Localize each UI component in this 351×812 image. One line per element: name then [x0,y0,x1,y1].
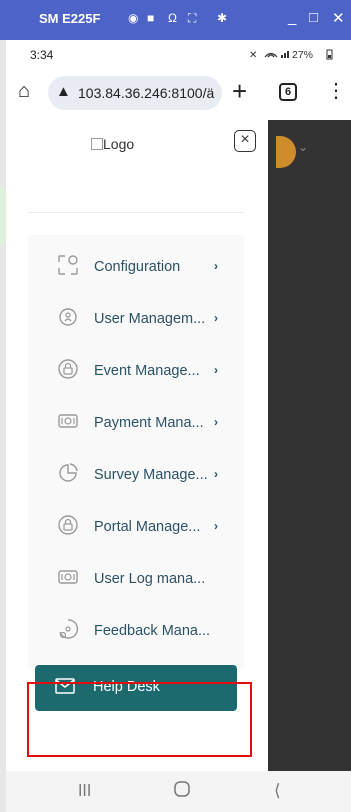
back-icon[interactable]: ⟨ [274,781,281,801]
sidebar-item-user-log-management[interactable]: User Log mana... [28,557,244,601]
chevron-down-icon[interactable]: ⌄ [298,140,308,154]
status-time: 3:34 [30,48,54,62]
svg-text:27%: 27% [292,49,313,60]
sidebar-item-event-management[interactable]: Event Manage... › [28,349,244,393]
divider [28,212,244,213]
more-options-icon[interactable]: ⋮ [326,78,346,103]
camera-icon[interactable]: ◉ [128,11,138,25]
lock-icon [56,358,80,382]
minimize-icon[interactable]: _ [288,9,296,26]
browser-toolbar: ⌂ ▲ 103.84.36.246:8100/ä + 6 ⋮ [6,68,351,120]
chevron-right-icon: › [214,259,218,273]
sidebar-item-label: User Managem... [94,311,206,327]
chevron-right-icon: › [214,519,218,533]
recent-apps-icon[interactable]: ǀǀǀ [78,781,91,801]
close-icon[interactable]: ✕ [332,9,345,27]
new-tab-icon[interactable]: + [232,76,247,107]
chevron-right-icon: › [214,415,218,429]
sidebar-item-label: Event Manage... [94,363,200,379]
fullscreen-icon[interactable]: ⛶ [188,11,196,26]
settings-icon[interactable]: ✱ [217,11,227,25]
lock-icon [56,514,80,538]
sidebar-item-payment-management[interactable]: Payment Mana... › [28,401,244,445]
chevron-right-icon: › [214,467,218,481]
logo-alt-text: Logo [103,136,135,152]
home-icon[interactable]: ⌂ [18,80,30,103]
sidebar-item-configuration[interactable]: Configuration › [28,245,244,289]
sidebar-item-feedback-management[interactable]: Feedback Mana... [28,609,244,653]
payment-icon [56,410,80,434]
phone-screen: 3:34 ✕ 27% ⌂ ▲ 103.84.36.246:8100/ä + 6 … [6,40,351,812]
window-title: SM E225F [39,11,101,26]
status-bar: 3:34 ✕ 27% [6,40,351,68]
status-icons: ✕ 27% [249,49,333,61]
status-indicators: ✕ 27% [249,48,335,63]
home-nav-icon[interactable] [174,781,190,802]
maximize-icon[interactable]: □ [309,9,318,26]
url-text[interactable]: 103.84.36.246:8100/ä [78,85,218,101]
web-page: ⌄ Logo × Configuration › User Managem...… [6,120,351,771]
sidebar-item-label: Configuration [94,259,181,275]
sidebar-item-label: Survey Manage... [94,467,208,483]
sidebar-item-survey-management[interactable]: Survey Manage... › [28,453,244,497]
address-bar[interactable]: ▲ 103.84.36.246:8100/ä [48,76,222,110]
window-titlebar: SM E225F ◉ ■ Ω ⛶ ✱ _ □ ✕ [0,0,351,40]
pie-icon [56,462,80,486]
sidebar-item-label: Payment Mana... [94,415,204,431]
sidebar-menu: Configuration › User Managem... › Event … [28,235,244,669]
logo: Logo [91,136,134,152]
warning-icon[interactable]: ▲ [56,83,71,100]
config-icon [56,254,80,278]
user-shield-icon [56,306,80,330]
headphones-icon[interactable]: Ω [168,11,177,25]
sidebar-item-user-management[interactable]: User Managem... › [28,297,244,341]
highlight-box [27,682,252,757]
feedback-icon [56,618,80,642]
video-icon[interactable]: ■ [147,11,154,25]
android-nav-bar: ǀǀǀ ⟨ [6,771,351,812]
sidebar-item-portal-management[interactable]: Portal Manage... › [28,505,244,549]
sidebar-item-label: User Log mana... [94,571,206,587]
chevron-right-icon: › [214,363,218,377]
broken-image-icon [91,138,103,150]
close-drawer-button[interactable]: × [234,130,256,152]
drawer-backdrop[interactable] [268,120,351,771]
sidebar-drawer: Logo × Configuration › User Managem... ›… [6,120,268,771]
sidebar-item-label: Portal Manage... [94,519,201,535]
payment-icon [56,566,80,590]
tab-count-button[interactable]: 6 [279,83,297,101]
chevron-right-icon: › [214,311,218,325]
sidebar-item-label: Feedback Mana... [94,623,211,639]
svg-text:✕: ✕ [249,50,257,60]
